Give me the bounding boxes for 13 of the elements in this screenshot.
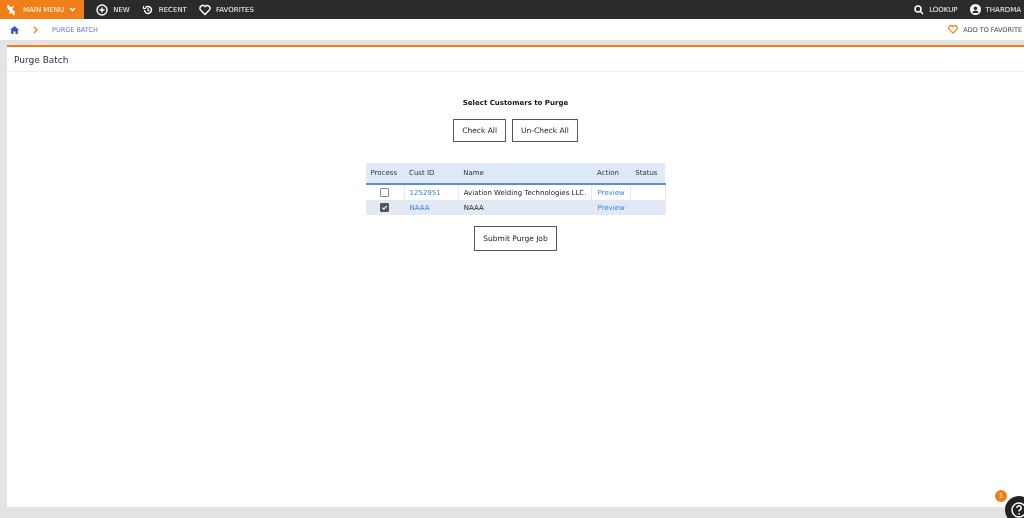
process-checkbox[interactable] [380,203,389,212]
process-checkbox[interactable] [380,188,389,197]
search-icon [914,4,925,15]
panel-title: Purge Batch [7,47,1024,72]
user-icon [969,4,981,15]
home-icon[interactable] [10,25,19,34]
heart-icon [198,3,211,16]
chevron-right-icon [33,25,38,34]
plus-circle-icon [96,3,109,16]
question-icon [1011,502,1024,518]
history-icon [141,3,154,16]
heart-icon [948,25,959,34]
chevron-down-icon [69,7,77,12]
